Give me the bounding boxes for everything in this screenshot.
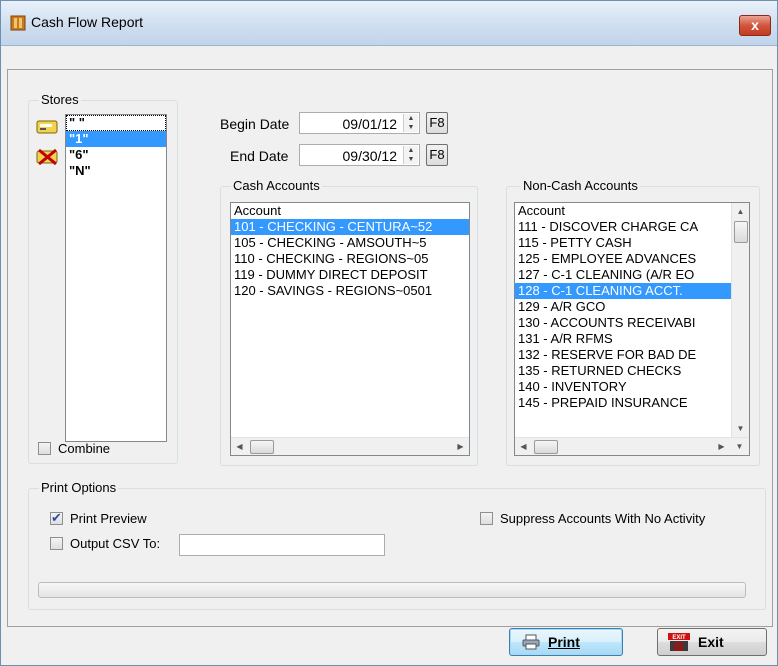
list-item[interactable]: 105 - CHECKING - AMSOUTH~5 — [231, 235, 469, 251]
noncash-accounts-vscroll[interactable]: ▲ ▼ — [731, 203, 749, 437]
noncash-accounts-label: Non-Cash Accounts — [521, 178, 640, 193]
list-item[interactable]: 125 - EMPLOYEE ADVANCES — [515, 251, 731, 267]
stores-list[interactable]: " " "1" "6" "N" — [65, 114, 167, 442]
list-item[interactable]: 110 - CHECKING - REGIONS~05 — [231, 251, 469, 267]
spin-up-icon[interactable]: ▲ — [404, 114, 418, 123]
print-preview-label: Print Preview — [70, 511, 147, 526]
scroll-up-icon[interactable]: ▲ — [732, 203, 749, 220]
title-bar[interactable]: Cash Flow Report x — [1, 1, 777, 46]
combine-label: Combine — [58, 441, 111, 456]
scroll-left-icon[interactable]: ◀ — [231, 438, 248, 455]
scroll-thumb[interactable] — [250, 440, 274, 454]
ledger-icon — [10, 15, 26, 31]
combine-checkbox[interactable] — [38, 442, 51, 455]
list-item[interactable]: 101 - CHECKING - CENTURA~52 — [231, 219, 469, 235]
scroll-thumb[interactable] — [534, 440, 558, 454]
list-item[interactable]: 120 - SAVINGS - REGIONS~0501 — [231, 283, 469, 299]
progress-bar — [38, 582, 746, 598]
spin-up-icon[interactable]: ▲ — [404, 146, 418, 155]
end-date-spinner[interactable]: ▲ ▼ — [403, 146, 418, 164]
printer-icon — [522, 634, 540, 650]
scroll-down-icon[interactable]: ▼ — [731, 438, 748, 455]
scroll-down-icon[interactable]: ▼ — [732, 420, 749, 437]
begin-date-value: 09/01/12 — [342, 116, 398, 132]
close-button[interactable]: x — [739, 15, 771, 36]
end-date-value: 09/30/12 — [342, 148, 398, 164]
exit-button-label: Exit — [698, 634, 724, 650]
store-item[interactable]: "N" — [66, 163, 166, 179]
exit-door-icon: EXIT — [668, 633, 690, 651]
exit-icon-text: EXIT — [672, 635, 686, 641]
end-date-field[interactable]: 09/30/12 ▲ ▼ — [299, 144, 420, 166]
scroll-right-icon[interactable]: ▶ — [713, 438, 730, 455]
begin-date-field[interactable]: 09/01/12 ▲ ▼ — [299, 112, 420, 134]
list-item[interactable]: 119 - DUMMY DIRECT DEPOSIT — [231, 267, 469, 283]
scroll-thumb[interactable] — [734, 221, 748, 243]
list-item[interactable]: 129 - A/R GCO — [515, 299, 731, 315]
noncash-accounts-column-header[interactable]: Account — [515, 203, 731, 219]
end-date-label: End Date — [230, 148, 289, 164]
cash-accounts-label: Cash Accounts — [231, 178, 322, 193]
list-item[interactable]: 140 - INVENTORY — [515, 379, 731, 395]
list-item[interactable]: 145 - PREPAID INSURANCE — [515, 395, 731, 411]
store-item[interactable]: "1" — [66, 131, 166, 147]
store-item[interactable]: "6" — [66, 147, 166, 163]
print-button-label: Print — [548, 634, 580, 650]
print-options-label: Print Options — [39, 480, 119, 495]
suppress-accounts-label: Suppress Accounts With No Activity — [500, 511, 706, 526]
print-button[interactable]: Print — [509, 628, 623, 656]
list-item[interactable]: 131 - A/R RFMS — [515, 331, 731, 347]
output-csv-checkbox[interactable] — [50, 537, 63, 550]
list-item[interactable]: 127 - C-1 CLEANING (A/R EO — [515, 267, 731, 283]
spin-down-icon[interactable]: ▼ — [404, 123, 418, 132]
cash-accounts-list[interactable]: Account 101 - CHECKING - CENTURA~52 105 … — [230, 202, 470, 456]
stores-group-label: Stores — [39, 92, 81, 107]
scroll-right-icon[interactable]: ▶ — [452, 438, 469, 455]
store-clear-icon[interactable] — [36, 148, 60, 166]
output-csv-label: Output CSV To: — [70, 536, 161, 551]
window-title: Cash Flow Report — [31, 14, 144, 30]
begin-date-spinner[interactable]: ▲ ▼ — [403, 114, 418, 132]
begin-date-label: Begin Date — [220, 116, 290, 132]
suppress-accounts-checkbox[interactable] — [480, 512, 493, 525]
exit-button[interactable]: EXIT Exit — [657, 628, 767, 656]
cash-accounts-hscroll[interactable]: ◀ ▶ — [231, 437, 469, 455]
scroll-left-icon[interactable]: ◀ — [515, 438, 532, 455]
end-date-f8-button[interactable]: F8 — [426, 144, 448, 166]
noncash-accounts-list[interactable]: Account 111 - DISCOVER CHARGE CA 115 - P… — [514, 202, 750, 456]
list-item[interactable]: 128 - C-1 CLEANING ACCT. — [515, 283, 731, 299]
list-item[interactable]: 135 - RETURNED CHECKS — [515, 363, 731, 379]
list-item[interactable]: 130 - ACCOUNTS RECEIVABI — [515, 315, 731, 331]
list-item[interactable]: 132 - RESERVE FOR BAD DE — [515, 347, 731, 363]
output-csv-path-input[interactable] — [179, 534, 385, 556]
cash-flow-report-window: Cash Flow Report x Stores " " "1" "6" "N… — [0, 0, 778, 666]
begin-date-f8-button[interactable]: F8 — [426, 112, 448, 134]
list-item[interactable]: 115 - PETTY CASH — [515, 235, 731, 251]
list-item[interactable]: 111 - DISCOVER CHARGE CA — [515, 219, 731, 235]
noncash-accounts-hscroll[interactable]: ◀ ▶ ▼ — [515, 437, 749, 455]
print-preview-checkbox[interactable] — [50, 510, 63, 526]
store-card-icon[interactable] — [36, 118, 60, 136]
dialog-body: Stores " " "1" "6" "N" Combine Begin Dat… — [7, 69, 773, 627]
cash-accounts-column-header[interactable]: Account — [231, 203, 469, 219]
spin-down-icon[interactable]: ▼ — [404, 155, 418, 164]
store-item[interactable]: " " — [66, 115, 166, 131]
